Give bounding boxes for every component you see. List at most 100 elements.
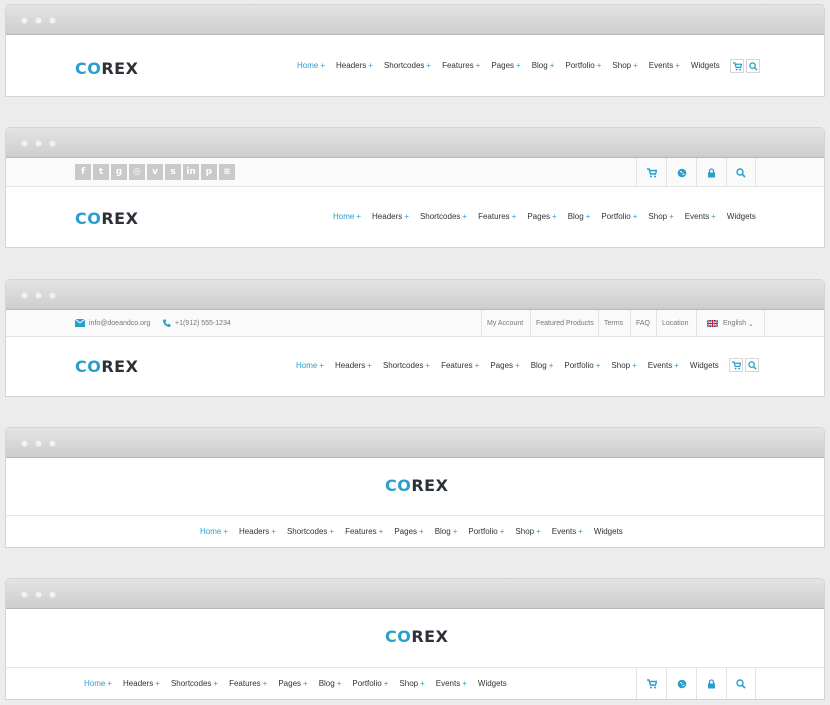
nav-item-events[interactable]: Events + xyxy=(552,527,583,536)
phone-text: +1(912) 555-1234 xyxy=(175,319,231,327)
nav-item-headers[interactable]: Headers + xyxy=(372,212,409,221)
contact-email[interactable]: info@doeandco.org xyxy=(75,319,150,327)
twitter-icon[interactable]: t xyxy=(93,164,109,180)
language-label: English xyxy=(723,320,746,327)
nav-item-shortcodes[interactable]: Shortcodes + xyxy=(287,527,334,536)
nav-item-portfolio[interactable]: Portfolio + xyxy=(564,361,600,370)
nav-item-headers[interactable]: Headers + xyxy=(239,527,276,536)
globe-button[interactable] xyxy=(666,668,696,699)
contact-phone[interactable]: +1(912) 555-1234 xyxy=(163,319,231,327)
lock-button[interactable] xyxy=(696,158,726,187)
main-nav: Home + Headers + Shortcodes + Features + Pages + B… xyxy=(200,527,634,536)
nav-item-pages[interactable]: Pages + xyxy=(527,212,556,221)
cart-button[interactable] xyxy=(730,59,744,73)
dribbble-icon[interactable]: ◎ xyxy=(129,164,145,180)
nav-item-portfolio[interactable]: Portfolio + xyxy=(468,527,504,536)
nav-item-blog[interactable]: Blog + xyxy=(531,361,554,370)
nav-item-headers[interactable]: Headers + xyxy=(336,61,373,70)
nav-item-shop[interactable]: Shop + xyxy=(611,361,636,370)
search-button[interactable] xyxy=(745,358,759,372)
window-dot xyxy=(21,17,28,24)
logo[interactable]: COREX xyxy=(75,209,138,228)
nav-item-shop[interactable]: Shop + xyxy=(515,527,540,536)
rss-icon[interactable]: ≋ xyxy=(219,164,235,180)
nav-item-pages[interactable]: Pages + xyxy=(394,527,423,536)
google-plus-icon[interactable]: g xyxy=(111,164,127,180)
vimeo-icon[interactable]: v xyxy=(147,164,163,180)
nav-item-widgets[interactable]: Widgets xyxy=(691,61,720,70)
nav-item-home[interactable]: Home + xyxy=(200,527,228,536)
window-dot xyxy=(35,591,42,598)
nav-item-home[interactable]: Home + xyxy=(297,61,325,70)
plus-icon: + xyxy=(549,61,555,70)
top-link-location[interactable]: Location xyxy=(656,310,693,337)
window-dot xyxy=(21,292,28,299)
top-link-featured-products[interactable]: Featured Products xyxy=(530,310,599,337)
nav-item-features[interactable]: Features + xyxy=(478,212,516,221)
plus-icon: + xyxy=(320,61,326,70)
globe-icon xyxy=(677,679,686,688)
nav-item-events[interactable]: Events + xyxy=(648,361,679,370)
nav-item-features[interactable]: Features + xyxy=(442,61,480,70)
cart-icon xyxy=(732,61,742,71)
search-button[interactable] xyxy=(746,59,760,73)
nav-item-pages[interactable]: Pages + xyxy=(491,61,520,70)
nav-item-blog[interactable]: Blog + xyxy=(568,212,591,221)
plus-icon: + xyxy=(474,361,480,370)
plus-icon: + xyxy=(632,361,637,370)
nav-item-events[interactable]: Events + xyxy=(649,61,680,70)
search-button[interactable] xyxy=(726,668,756,699)
window-chrome xyxy=(6,5,824,35)
nav-item-widgets[interactable]: Widgets xyxy=(594,527,623,536)
plus-icon: + xyxy=(578,527,583,536)
nav-item-features[interactable]: Features + xyxy=(345,527,383,536)
pinterest-icon[interactable]: p xyxy=(201,164,217,180)
plus-icon: + xyxy=(419,527,424,536)
nav-item-portfolio[interactable]: Portfolio + xyxy=(601,212,637,221)
nav-item-home[interactable]: Home + xyxy=(333,212,361,221)
nav-item-shop[interactable]: Shop + xyxy=(648,212,673,221)
nav-item-events[interactable]: Events + xyxy=(685,212,716,221)
nav-item-pages[interactable]: Pages + xyxy=(490,361,519,370)
skype-icon[interactable]: s xyxy=(165,164,181,180)
lock-button[interactable] xyxy=(696,668,726,699)
nav-item-blog[interactable]: Blog + xyxy=(532,61,555,70)
nav-item-shortcodes[interactable]: Shortcodes + xyxy=(383,361,430,370)
logo[interactable]: COREX xyxy=(75,357,138,376)
nav-item-home[interactable]: Home + xyxy=(296,361,324,370)
logo[interactable]: COREX xyxy=(385,627,448,646)
nav-item-widgets[interactable]: Widgets xyxy=(727,212,756,221)
top-link-terms[interactable]: Terms xyxy=(598,310,628,337)
logo[interactable]: COREX xyxy=(385,476,448,495)
globe-button[interactable] xyxy=(666,158,696,187)
main-nav: Home + Headers + Shortcodes + Features + Pages + B… xyxy=(333,212,767,221)
top-link-faq[interactable]: FAQ xyxy=(630,310,655,337)
nav-item-shop[interactable]: Shop + xyxy=(612,61,637,70)
top-link-my-account[interactable]: My Account xyxy=(481,310,528,337)
nav-item-features[interactable]: Features + xyxy=(441,361,479,370)
plus-icon: + xyxy=(675,61,680,70)
lock-icon xyxy=(708,167,715,177)
plus-icon: + xyxy=(585,212,591,221)
cart-button[interactable] xyxy=(729,358,743,372)
plus-icon: + xyxy=(319,361,325,370)
language-selector[interactable]: English ⌄ xyxy=(696,310,765,337)
cart-button[interactable] xyxy=(636,668,666,699)
window-dot xyxy=(21,591,28,598)
nav-item-widgets[interactable]: Widgets xyxy=(690,361,719,370)
chevron-down-icon: ⌄ xyxy=(747,320,754,328)
search-button[interactable] xyxy=(726,158,756,187)
facebook-icon[interactable]: f xyxy=(75,164,91,180)
lock-icon xyxy=(708,678,715,688)
nav-item-headers[interactable]: Headers + xyxy=(335,361,372,370)
plus-icon: + xyxy=(633,61,638,70)
linkedin-icon[interactable]: in xyxy=(183,164,199,180)
cart-button[interactable] xyxy=(636,158,666,187)
nav-item-portfolio[interactable]: Portfolio + xyxy=(565,61,601,70)
logo[interactable]: COREX xyxy=(75,59,138,78)
cart-icon xyxy=(646,167,657,177)
nav-item-shortcodes[interactable]: Shortcodes + xyxy=(420,212,467,221)
nav-item-blog[interactable]: Blog + xyxy=(435,527,458,536)
nav-item-shortcodes[interactable]: Shortcodes + xyxy=(384,61,431,70)
window-chrome xyxy=(6,428,824,458)
